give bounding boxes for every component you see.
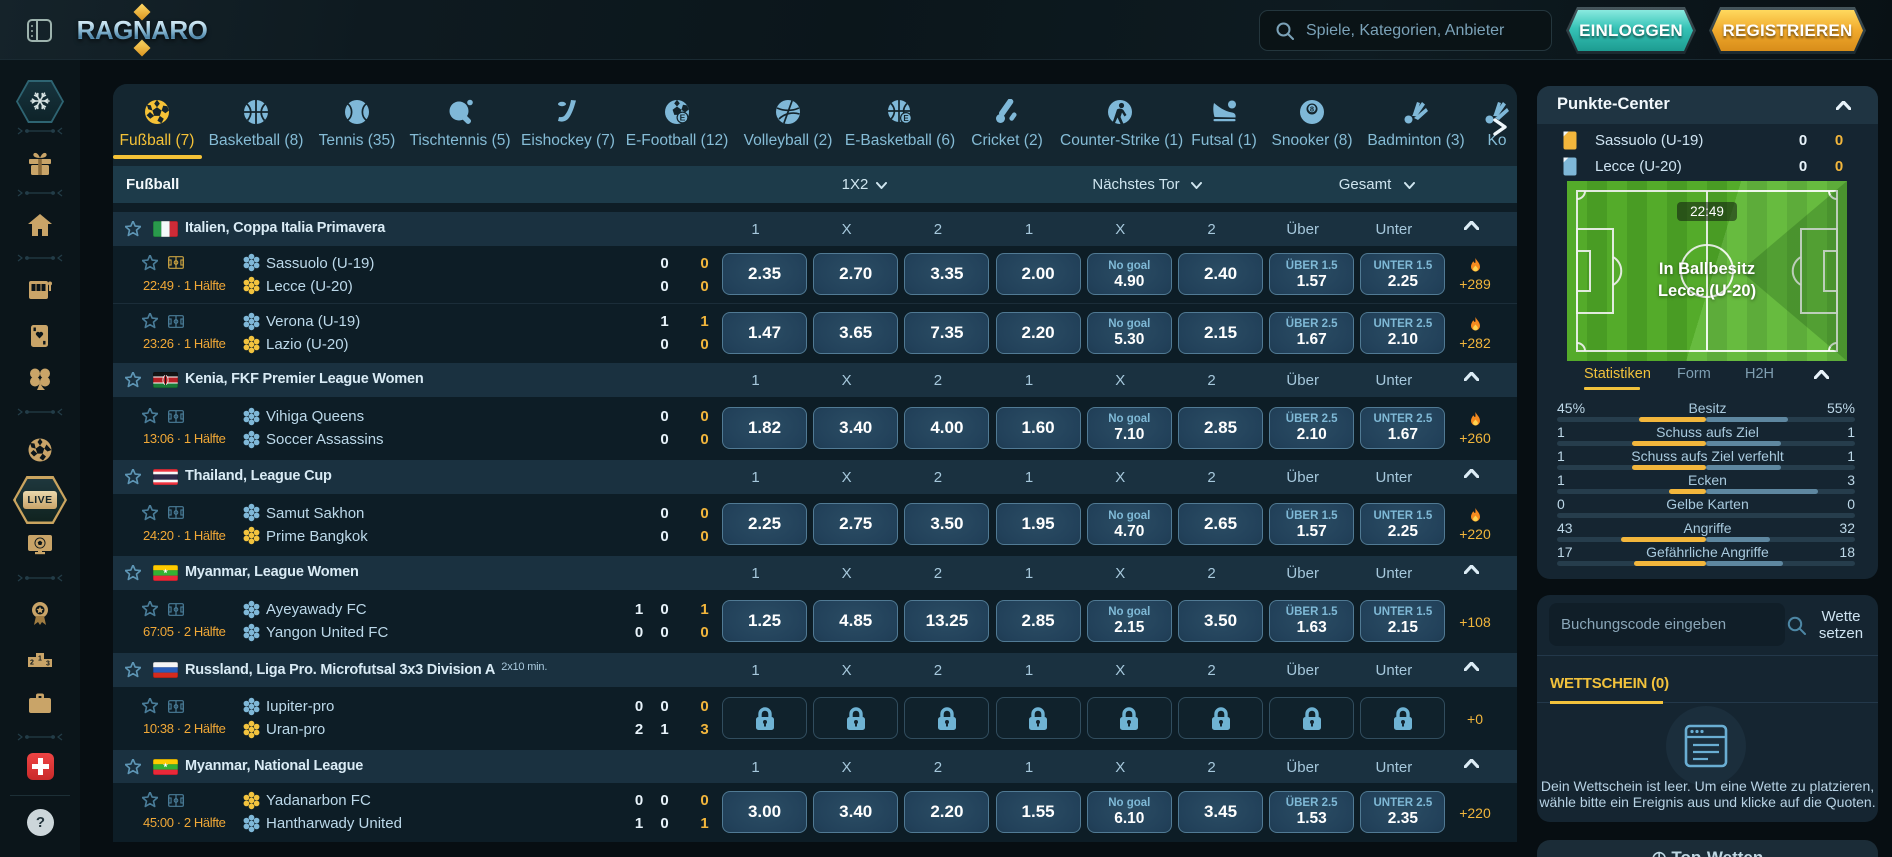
svg-text:1: 1 [38,656,42,663]
svg-text:E: E [903,114,909,123]
svg-text:2: 2 [30,660,34,667]
svg-text:E: E [680,113,686,123]
svg-text:8: 8 [1310,105,1314,114]
svg-text:3: 3 [46,661,50,668]
